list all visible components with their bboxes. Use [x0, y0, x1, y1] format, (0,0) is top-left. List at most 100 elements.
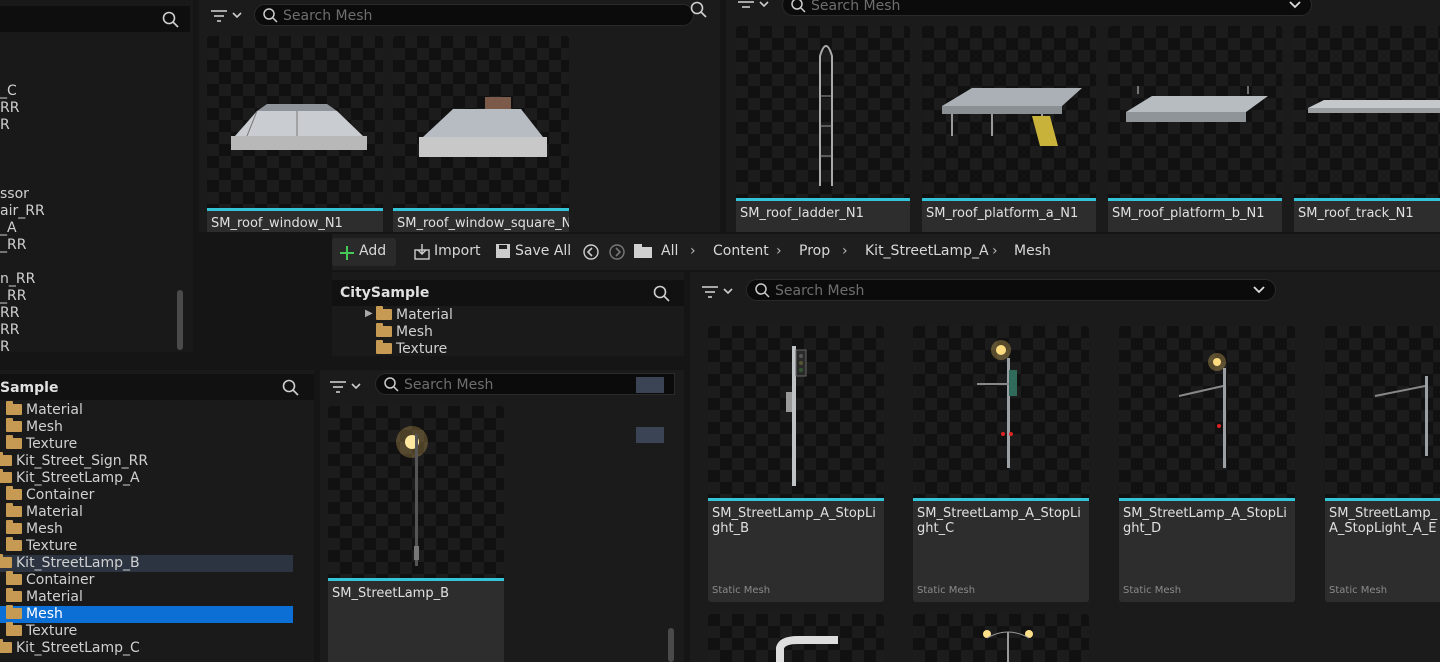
- tree-item[interactable]: Material: [6, 503, 83, 521]
- save-all-button[interactable]: Save All: [515, 243, 571, 259]
- breadcrumb-all[interactable]: All: [661, 243, 678, 259]
- tree-item[interactable]: Mesh: [6, 520, 63, 538]
- top-middle-content-panel: Search Mesh SM_roof_window_N1 Static Mes…: [199, 0, 720, 232]
- tree-item[interactable]: _C: [0, 83, 17, 100]
- tree-item[interactable]: Texture: [6, 435, 77, 453]
- asset-tile[interactable]: SM_StreetLamp_A_StopLight_B Static Mesh: [708, 326, 884, 602]
- tree-item[interactable]: _A: [0, 220, 17, 237]
- double-lamp-thumbnail: [983, 630, 1033, 662]
- tree-item-mesh[interactable]: Mesh: [376, 323, 433, 341]
- search-placeholder: Search Mesh: [775, 283, 865, 299]
- tree-item[interactable]: _RR: [0, 288, 26, 305]
- search-input[interactable]: Search Mesh: [746, 279, 1276, 301]
- folder-icon: [0, 639, 12, 653]
- tree-item[interactable]: RR: [0, 322, 19, 339]
- folder-icon[interactable]: [634, 244, 652, 258]
- search-icon: [755, 283, 770, 298]
- save-icon[interactable]: [496, 244, 510, 258]
- tree-item[interactable]: Container: [6, 571, 94, 589]
- tree-item-material[interactable]: Material: [376, 306, 453, 324]
- asset-tile[interactable]: SM_roof_platform_b_N1: [1108, 26, 1282, 232]
- search-placeholder: Search Mesh: [283, 8, 373, 24]
- tree-item[interactable]: _RR: [0, 237, 26, 254]
- tile-name: SM_StreetLamp_A_StopLight_C: [917, 506, 1081, 536]
- import-icon[interactable]: [414, 244, 430, 260]
- tile-type: Static Mesh: [917, 585, 976, 596]
- tree-item[interactable]: Texture: [6, 622, 77, 640]
- tree-item-texture[interactable]: Texture: [376, 340, 447, 356]
- tree-root-label[interactable]: Sample: [0, 380, 58, 396]
- folder-icon: [6, 486, 22, 500]
- scrollbar[interactable]: [177, 290, 183, 350]
- search-input[interactable]: Search Mesh: [782, 0, 1312, 16]
- tree-item[interactable]: Kit_StreetLamp_C: [0, 639, 140, 657]
- asset-tile[interactable]: SM_StreetLamp_A_StopLight_C Static Mesh: [913, 326, 1089, 602]
- breadcrumb-prop[interactable]: Prop: [799, 243, 830, 259]
- filter-icon[interactable]: [738, 0, 772, 14]
- search-input[interactable]: Search Mesh: [375, 373, 675, 395]
- forward-icon[interactable]: [609, 244, 625, 260]
- breadcrumb-mesh[interactable]: Mesh: [1014, 243, 1051, 259]
- tree-item[interactable]: Kit_StreetLamp_B: [0, 554, 140, 572]
- tree-item[interactable]: Material: [6, 401, 83, 419]
- tile-name: SM_roof_platform_b_N1: [1112, 206, 1265, 221]
- tree-root-label[interactable]: CitySample: [340, 285, 429, 301]
- tree-item[interactable]: RR: [0, 305, 19, 322]
- folder-icon: [6, 537, 22, 551]
- search-icon: [263, 8, 278, 23]
- lamp-arm-thumbnail: [776, 636, 838, 662]
- asset-tile[interactable]: SM_StreetLamp_A_StopLight_A_E Static Mes…: [1325, 326, 1440, 602]
- tree-item[interactable]: Material: [6, 588, 83, 606]
- asset-tile[interactable]: SM_StreetLamp_B: [328, 406, 504, 662]
- filter-icon[interactable]: [211, 7, 245, 27]
- tree-item[interactable]: Container: [6, 486, 94, 504]
- roof-platform-a-thumbnail: [942, 88, 1082, 146]
- filter-icon[interactable]: [330, 378, 364, 396]
- tile-type: Static Mesh: [712, 585, 771, 596]
- tree-item[interactable]: Mesh: [6, 418, 63, 436]
- breadcrumb-kit-streetlamp-a[interactable]: Kit_StreetLamp_A: [865, 243, 989, 259]
- chevron-down-icon[interactable]: [1289, 1, 1301, 9]
- tree-item[interactable]: Kit_Street_Sign_RR: [0, 452, 148, 470]
- add-button[interactable]: Add: [332, 238, 396, 266]
- asset-tile[interactable]: SM_roof_window_N1 Static Mesh: [207, 36, 383, 232]
- folder-icon: [376, 306, 392, 320]
- breadcrumb-content[interactable]: Content: [713, 243, 769, 259]
- search-icon[interactable]: [162, 11, 180, 29]
- search-input[interactable]: Search Mesh: [254, 4, 694, 26]
- asset-tile[interactable]: [708, 614, 884, 662]
- tree-item[interactable]: R: [0, 117, 10, 134]
- tree-item[interactable]: RR: [0, 100, 19, 117]
- asset-tile[interactable]: SM_roof_track_N1: [1294, 26, 1440, 232]
- import-button[interactable]: Import: [434, 243, 480, 259]
- tile-name: SM_roof_window_N1: [211, 216, 343, 231]
- asset-tile[interactable]: SM_StreetLamp_A_StopLight_D Static Mesh: [1119, 326, 1295, 602]
- asset-tile[interactable]: [913, 614, 1089, 662]
- tree-item[interactable]: Kit_StreetLamp_A: [0, 469, 140, 487]
- top-right-content-panel: Search Mesh SM_roof_ladder_N1 SM_roof_pl…: [726, 0, 1440, 232]
- tree-item[interactable]: ssor: [0, 186, 29, 203]
- asset-tile[interactable]: SM_roof_platform_a_N1: [922, 26, 1096, 232]
- chevron-down-icon[interactable]: [1253, 286, 1265, 294]
- search-icon[interactable]: [653, 285, 671, 303]
- expand-arrow-icon[interactable]: ▶: [365, 308, 373, 319]
- folder-icon: [6, 622, 22, 636]
- tree-item[interactable]: R: [0, 339, 10, 352]
- asset-tile[interactable]: SM_roof_window_square_N1: [393, 36, 569, 232]
- tree-item[interactable]: n_RR: [0, 271, 35, 288]
- search-icon[interactable]: [690, 1, 708, 19]
- tree-item[interactable]: Texture: [6, 537, 77, 555]
- search-icon[interactable]: [282, 379, 300, 397]
- tree-item[interactable]: air_RR: [0, 203, 45, 220]
- tree-item-selected[interactable]: Mesh: [6, 605, 63, 623]
- filter-icon[interactable]: [702, 283, 736, 301]
- roof-platform-b-thumbnail: [1126, 86, 1268, 122]
- asset-tile[interactable]: SM_roof_ladder_N1: [736, 26, 910, 232]
- tile-type: Static Mesh: [1329, 585, 1388, 596]
- back-icon[interactable]: [583, 244, 599, 260]
- bottom-left-tree-panel: Sample Material Mesh Texture Kit_Street_…: [0, 370, 314, 662]
- add-label: Add: [359, 243, 387, 259]
- scrollbar[interactable]: [668, 628, 674, 662]
- tile-name: SM_roof_ladder_N1: [740, 206, 864, 221]
- stoplight-b-thumbnail: [786, 346, 807, 486]
